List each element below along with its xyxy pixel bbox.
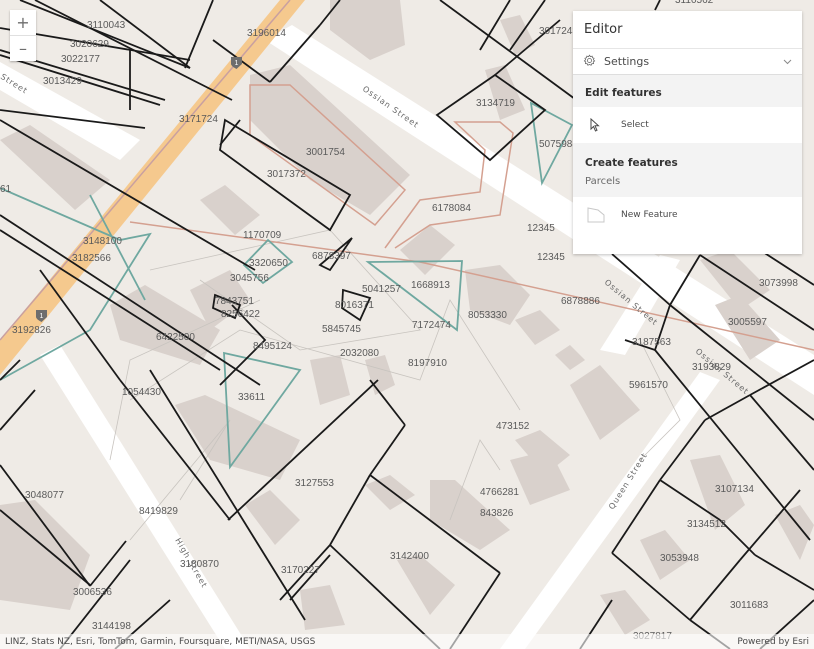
parcel-label[interactable]: 3320650	[249, 258, 288, 269]
parcel-label[interactable]: 33611	[238, 392, 266, 403]
parcel-label[interactable]: 3192826	[12, 325, 51, 336]
parcel-label[interactable]: 3017372	[267, 169, 306, 180]
parcel-label[interactable]: 61	[0, 184, 12, 195]
select-tool-button[interactable]: Select	[573, 107, 802, 143]
parcel-label[interactable]: 1054430	[122, 387, 161, 398]
editor-panel: Editor Settings Edit features Select Cre…	[573, 11, 802, 254]
parcel-label[interactable]: 5041257	[362, 284, 401, 295]
create-features-heading: Create features	[585, 157, 678, 169]
parcel-label[interactable]: 3110043	[87, 20, 126, 31]
parcel-label[interactable]: 2032080	[340, 348, 379, 359]
parcel-label[interactable]: 3182566	[72, 253, 111, 264]
attribution-bar: LINZ, Stats NZ, Esri, TomTom, Garmin, Fo…	[0, 634, 814, 649]
cursor-icon	[573, 118, 619, 132]
parcel-label[interactable]: 3011683	[730, 600, 769, 611]
new-feature-button[interactable]: New Feature	[573, 197, 802, 233]
parcel-label[interactable]: 7172474	[412, 320, 451, 331]
parcel-label[interactable]: 3013429	[43, 76, 82, 87]
polygon-template-icon	[573, 207, 619, 223]
parcel-label[interactable]: 3193829	[692, 362, 731, 373]
parcel-label[interactable]: 3134512	[687, 519, 726, 530]
parcel-label[interactable]: 6422500	[156, 332, 195, 343]
parcel-label[interactable]: 8053330	[468, 310, 507, 321]
parcel-label[interactable]: 3110562	[675, 0, 714, 6]
parcel-label[interactable]: 3005597	[728, 317, 767, 328]
parcel-label[interactable]: 3134719	[476, 98, 515, 109]
editor-title: Editor	[573, 11, 802, 49]
parcel-label[interactable]: 12345	[527, 223, 555, 234]
parcel-label[interactable]: 3196014	[247, 28, 286, 39]
parcel-label[interactable]: 6878886	[561, 296, 600, 307]
parcel-label[interactable]: 3020629	[70, 39, 109, 50]
settings-label: Settings	[604, 55, 650, 68]
highway-shield-number: 1	[235, 60, 239, 67]
parcel-label[interactable]: 3144198	[92, 621, 131, 632]
parcel-label[interactable]: 7843751	[215, 296, 254, 307]
parcel-label[interactable]: 8016371	[335, 300, 374, 311]
parcel-label[interactable]: 8419829	[139, 506, 178, 517]
parcel-label[interactable]: 3142400	[390, 551, 429, 562]
parcel-label[interactable]: 12345	[537, 252, 565, 263]
chevron-down-icon	[783, 55, 792, 68]
parcel-label[interactable]: 8197910	[408, 358, 447, 369]
parcel-label[interactable]: 3107134	[715, 484, 754, 495]
edit-features-heading: Edit features	[573, 75, 802, 107]
parcel-label[interactable]: 1668913	[411, 280, 450, 291]
parcel-label[interactable]: 4766281	[480, 487, 519, 498]
parcel-label[interactable]: 8256422	[221, 309, 260, 320]
parcel-label[interactable]: 8495124	[253, 341, 292, 352]
parcel-label[interactable]: 3001754	[306, 147, 345, 158]
parcel-label[interactable]: 3171724	[179, 114, 218, 125]
parcel-label[interactable]: 3127553	[295, 478, 334, 489]
highway-shield-number: 1	[40, 313, 44, 320]
parcel-label[interactable]: 3170227	[281, 565, 320, 576]
parcel-label[interactable]: 843826	[480, 508, 514, 519]
parcel-label[interactable]: 3022177	[61, 54, 100, 65]
parcel-label[interactable]: 5961570	[629, 380, 668, 391]
zoom-in-button[interactable]: +	[10, 10, 36, 35]
create-features-section: Create features Parcels	[573, 143, 802, 197]
parcel-label[interactable]: 3187563	[632, 337, 671, 348]
select-label: Select	[621, 120, 649, 130]
parcel-label[interactable]: 473152	[496, 421, 530, 432]
attribution-sources[interactable]: LINZ, Stats NZ, Esri, TomTom, Garmin, Fo…	[5, 637, 315, 647]
parcel-label[interactable]: 1170709	[243, 230, 282, 241]
settings-toggle[interactable]: Settings	[573, 49, 802, 75]
parcel-label[interactable]: 3048077	[25, 490, 64, 501]
parcel-label[interactable]: 3006536	[73, 587, 112, 598]
zoom-control: + –	[10, 10, 36, 61]
parcel-label[interactable]: 6878397	[312, 251, 351, 262]
parcel-label[interactable]: 3045756	[230, 273, 269, 284]
zoom-out-button[interactable]: –	[10, 35, 36, 61]
parcel-label[interactable]: 3148100	[83, 236, 122, 247]
parcel-label[interactable]: 5845745	[322, 324, 361, 335]
layer-name: Parcels	[585, 176, 621, 187]
parcel-label[interactable]: 6178084	[432, 203, 471, 214]
parcel-label[interactable]: 3180870	[180, 559, 219, 570]
powered-by-esri[interactable]: Powered by Esri	[737, 637, 809, 647]
parcel-label[interactable]: 3073998	[759, 278, 798, 289]
gear-icon	[583, 54, 596, 70]
new-feature-label: New Feature	[621, 210, 678, 220]
parcel-label[interactable]: 3053948	[660, 553, 699, 564]
